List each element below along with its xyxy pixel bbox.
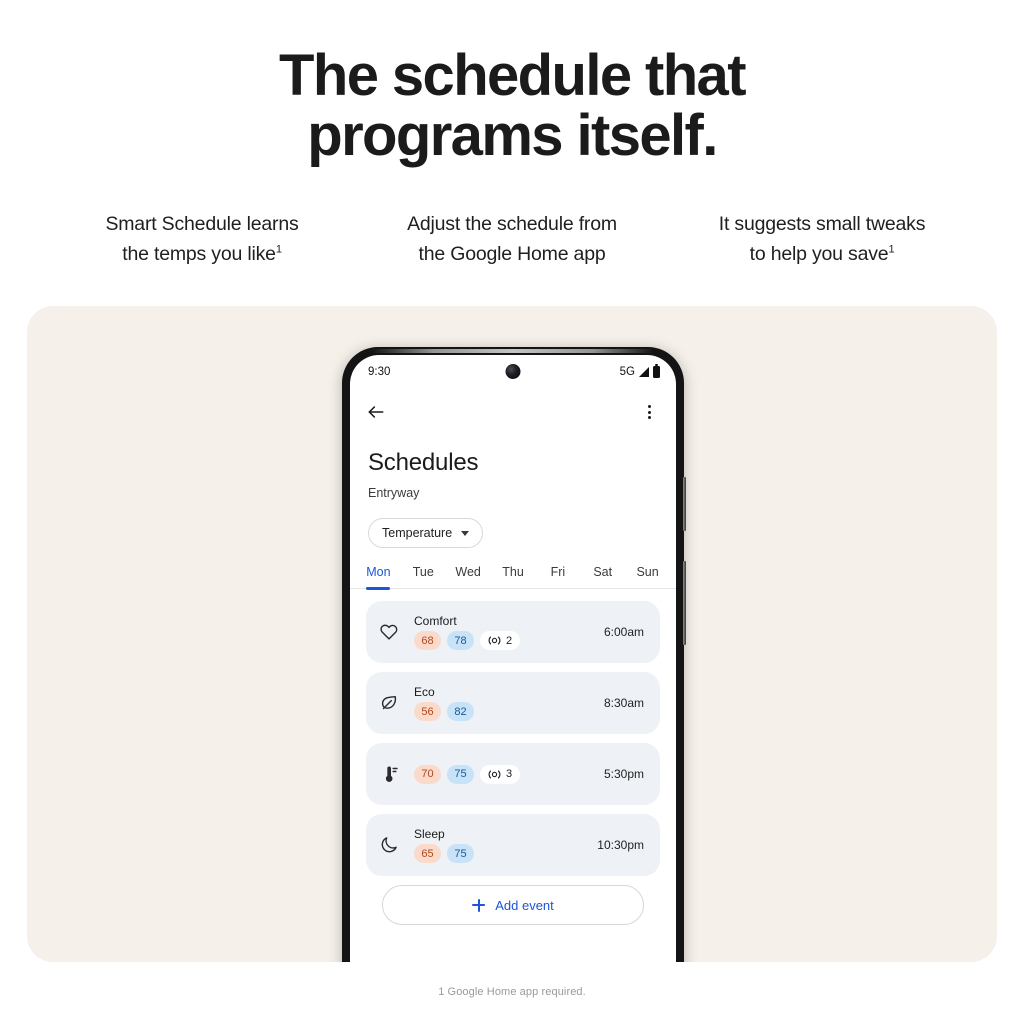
day-tab-thu[interactable]: Thu <box>491 565 536 588</box>
cool-temp-pill: 78 <box>447 631 474 650</box>
feature-2-line-1: Adjust the schedule from <box>407 213 617 235</box>
sensor-icon <box>488 636 501 645</box>
schedule-event-time: 10:30pm <box>597 838 644 852</box>
schedule-event-row[interactable]: Comfort 68 78 2 6:00am <box>366 601 660 663</box>
feature-2-line-2: the Google Home app <box>418 243 606 266</box>
screen-subtitle: Entryway <box>368 486 420 500</box>
add-event-button[interactable]: Add event <box>382 885 644 925</box>
schedule-event-list: Comfort 68 78 2 6:00am Eco 56 82 8:30am … <box>350 589 676 925</box>
temperature-filter-chip[interactable]: Temperature <box>368 518 484 548</box>
schedule-event-pills: 56 82 <box>414 702 604 721</box>
feature-3-line-1: It suggests small tweaks <box>718 213 926 235</box>
footnote: 1 Google Home app required. <box>438 986 586 998</box>
schedule-event-name: Sleep <box>414 827 445 841</box>
screen-title: Schedules <box>368 449 479 476</box>
sensor-count-pill: 2 <box>480 631 521 650</box>
heat-temp-pill: 68 <box>414 631 441 650</box>
filter-chip-label: Temperature <box>382 526 453 540</box>
phone-top-bezel-highlight <box>372 349 654 353</box>
schedule-event-time: 6:00am <box>603 625 644 639</box>
promo-page: The schedule that programs itself. Smart… <box>0 0 1024 1024</box>
heart-icon <box>379 622 405 642</box>
heat-temp-pill: 65 <box>414 844 441 863</box>
add-event-label: Add event <box>495 897 554 913</box>
schedule-event-details: Sleep 65 75 <box>414 827 597 863</box>
feature-3-line-2: to help you save <box>749 243 889 266</box>
signal-bars-icon <box>639 367 649 377</box>
leaf-icon <box>379 693 405 713</box>
status-bar-indicators: 5G <box>619 364 660 378</box>
feature-1-footnote-marker: 1 <box>275 243 282 256</box>
heat-temp-pill: 70 <box>414 764 441 784</box>
phone-mockup: 9:30 5G Schedules Entryway Temperature M… <box>342 347 686 962</box>
chevron-down-icon <box>461 530 470 536</box>
feature-columns: Smart Schedule learns the temps you like… <box>52 209 972 269</box>
phone-screen: 9:30 5G Schedules Entryway Temperature M… <box>350 355 676 962</box>
overflow-menu-icon[interactable] <box>640 403 658 421</box>
sensor-count-value: 2 <box>506 634 513 647</box>
schedule-event-time: 5:30pm <box>603 767 644 781</box>
sensor-count-pill: 3 <box>480 764 521 784</box>
sensor-icon <box>488 770 501 778</box>
cool-temp-pill: 82 <box>447 702 474 721</box>
back-arrow-icon[interactable] <box>366 402 386 422</box>
status-bar-time: 9:30 <box>368 366 391 378</box>
app-bar <box>350 389 676 435</box>
day-tab-sun[interactable]: Sun <box>625 565 670 588</box>
battery-icon <box>653 364 660 378</box>
schedule-event-pills: 65 75 <box>414 844 597 863</box>
schedule-event-details: 70 75 3 <box>414 764 604 784</box>
schedule-event-row[interactable]: 70 75 3 5:30pm <box>366 743 660 805</box>
phone-power-button[interactable] <box>683 477 686 531</box>
product-image-panel: 9:30 5G Schedules Entryway Temperature M… <box>27 306 997 962</box>
phone-volume-button[interactable] <box>683 561 686 645</box>
feature-1-line-1: Smart Schedule learns <box>105 213 299 235</box>
schedule-event-details: Eco 56 82 <box>414 685 604 721</box>
day-tab-mon[interactable]: Mon <box>356 565 401 588</box>
feature-column-1: Smart Schedule learns the temps you like… <box>52 209 352 269</box>
thermometer-icon <box>379 764 405 784</box>
schedule-event-name: Comfort <box>414 614 457 628</box>
headline-line-2: programs itself. <box>307 102 718 168</box>
sensor-count-value: 3 <box>506 768 513 780</box>
heat-temp-pill: 56 <box>414 702 441 721</box>
plus-icon <box>472 898 486 912</box>
day-tab-tue[interactable]: Tue <box>401 565 446 588</box>
schedule-event-pills: 68 78 2 <box>414 631 604 650</box>
feature-column-2: Adjust the schedule from the Google Home… <box>362 209 662 269</box>
day-tab-fri[interactable]: Fri <box>535 565 580 588</box>
moon-icon <box>379 835 405 855</box>
status-bar: 9:30 5G <box>350 355 676 389</box>
screen-header: Schedules Entryway <box>350 435 676 500</box>
schedule-event-pills: 70 75 3 <box>414 764 604 784</box>
schedule-event-time: 8:30am <box>603 696 644 710</box>
feature-column-3: It suggests small tweaks to help you sav… <box>672 209 972 269</box>
feature-1-line-2: the temps you like <box>122 243 276 266</box>
feature-3-footnote-marker: 1 <box>888 243 895 256</box>
headline-line-1: The schedule that <box>279 43 746 108</box>
cool-temp-pill: 75 <box>447 764 474 784</box>
schedule-event-row[interactable]: Eco 56 82 8:30am <box>366 672 660 734</box>
page-title: The schedule that programs itself. <box>0 46 1024 165</box>
schedule-event-name: Eco <box>414 685 435 699</box>
front-camera-punch-hole <box>505 364 521 379</box>
cool-temp-pill: 75 <box>447 844 474 863</box>
day-tab-wed[interactable]: Wed <box>446 565 491 588</box>
day-tab-sat[interactable]: Sat <box>580 565 625 588</box>
network-type-label: 5G <box>619 366 635 378</box>
day-tabs: Mon Tue Wed Thu Fri Sat Sun <box>350 565 676 589</box>
schedule-event-row[interactable]: Sleep 65 75 10:30pm <box>366 814 660 876</box>
schedule-event-details: Comfort 68 78 2 <box>414 614 604 650</box>
